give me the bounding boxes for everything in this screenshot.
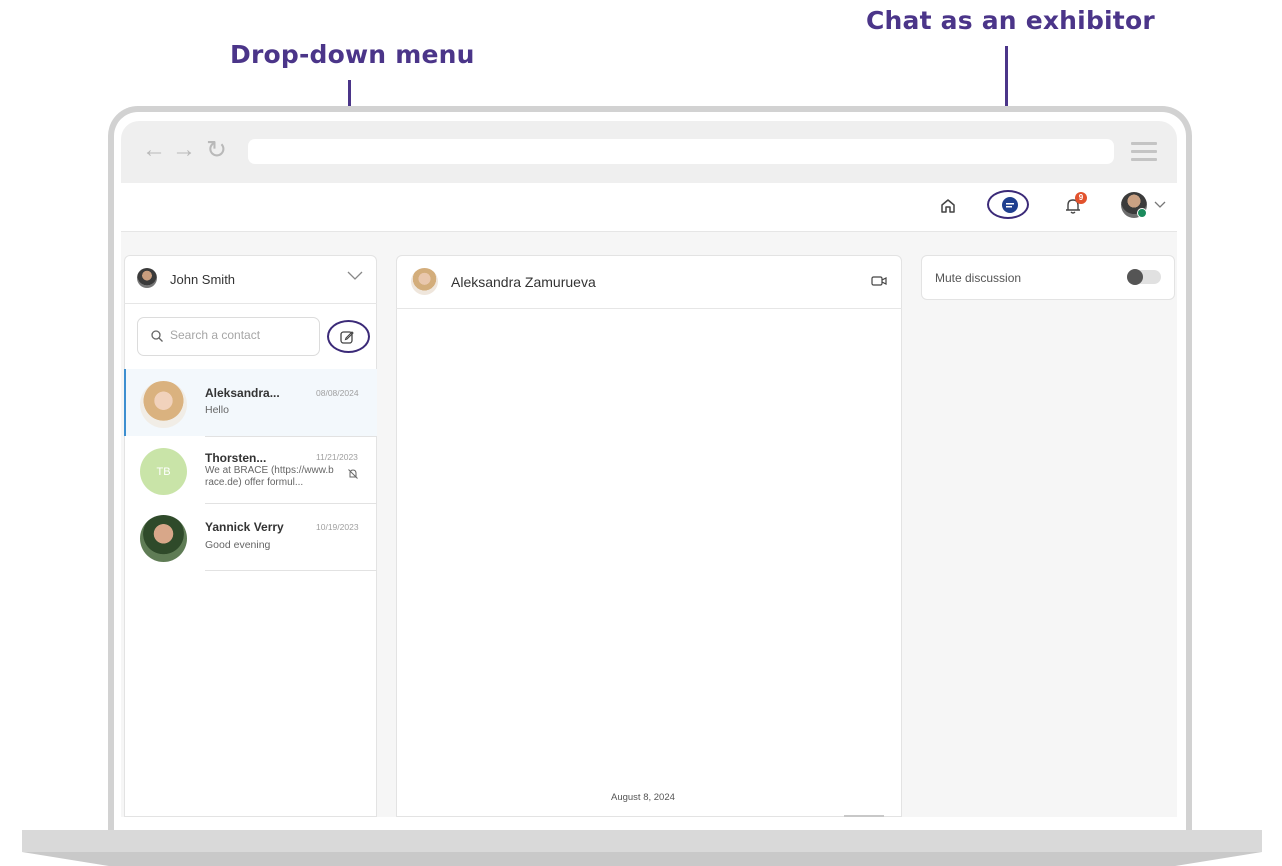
contact-last-message: Hello <box>205 404 229 416</box>
search-input[interactable] <box>170 328 310 342</box>
laptop-base <box>22 830 1262 852</box>
contact-date: 08/08/2024 <box>316 388 359 398</box>
contact-avatar <box>140 515 187 562</box>
mute-discussion-label: Mute discussion <box>935 271 1022 285</box>
contact-date: 10/19/2023 <box>316 522 359 532</box>
contact-name: Yannick Verry <box>205 520 284 534</box>
conversation-panel <box>396 255 902 817</box>
contact-avatar-initials: TB <box>140 448 187 495</box>
contact-date: 11/21/2023 <box>316 452 358 462</box>
conversation-avatar <box>411 268 438 295</box>
account-avatar <box>137 268 157 288</box>
forward-arrow-icon[interactable]: → <box>172 135 196 165</box>
back-arrow-icon[interactable]: ← <box>142 135 166 165</box>
conversation-contact-name: Aleksandra Zamurueva <box>451 274 596 290</box>
online-status-dot <box>1137 208 1147 218</box>
message-date-separator: August 8, 2024 <box>611 792 675 803</box>
muted-bell-icon <box>348 469 358 479</box>
account-dropdown-chevron-icon[interactable] <box>347 271 363 281</box>
browser-menu-icon[interactable] <box>1131 142 1157 162</box>
contact-name: Thorsten... <box>205 451 267 465</box>
reload-icon[interactable]: ↻ <box>206 135 227 165</box>
chat-icon-highlight <box>987 190 1029 219</box>
mute-toggle-knob[interactable] <box>1127 269 1143 285</box>
home-icon[interactable] <box>939 197 957 215</box>
contact-name: Aleksandra... <box>205 386 280 400</box>
account-switcher[interactable] <box>124 255 377 304</box>
notification-badge: 9 <box>1075 192 1087 204</box>
contact-avatar <box>140 381 187 428</box>
new-message-highlight <box>327 320 370 353</box>
dropdown-menu-callout: Drop-down menu <box>230 40 475 69</box>
chat-exhibitor-callout: Chat as an exhibitor <box>866 6 1155 35</box>
message-input-edge <box>844 815 884 817</box>
contact-last-message: We at BRACE (https://www.brace.de) offer… <box>205 465 334 488</box>
contact-last-message: Good evening <box>205 539 271 551</box>
laptop-foot <box>22 852 1262 866</box>
contact-divider <box>205 570 377 571</box>
account-name: John Smith <box>170 272 236 287</box>
video-call-icon[interactable] <box>871 275 887 287</box>
address-bar[interactable] <box>248 139 1114 164</box>
search-icon <box>151 330 163 342</box>
chevron-down-icon[interactable] <box>1154 201 1166 209</box>
